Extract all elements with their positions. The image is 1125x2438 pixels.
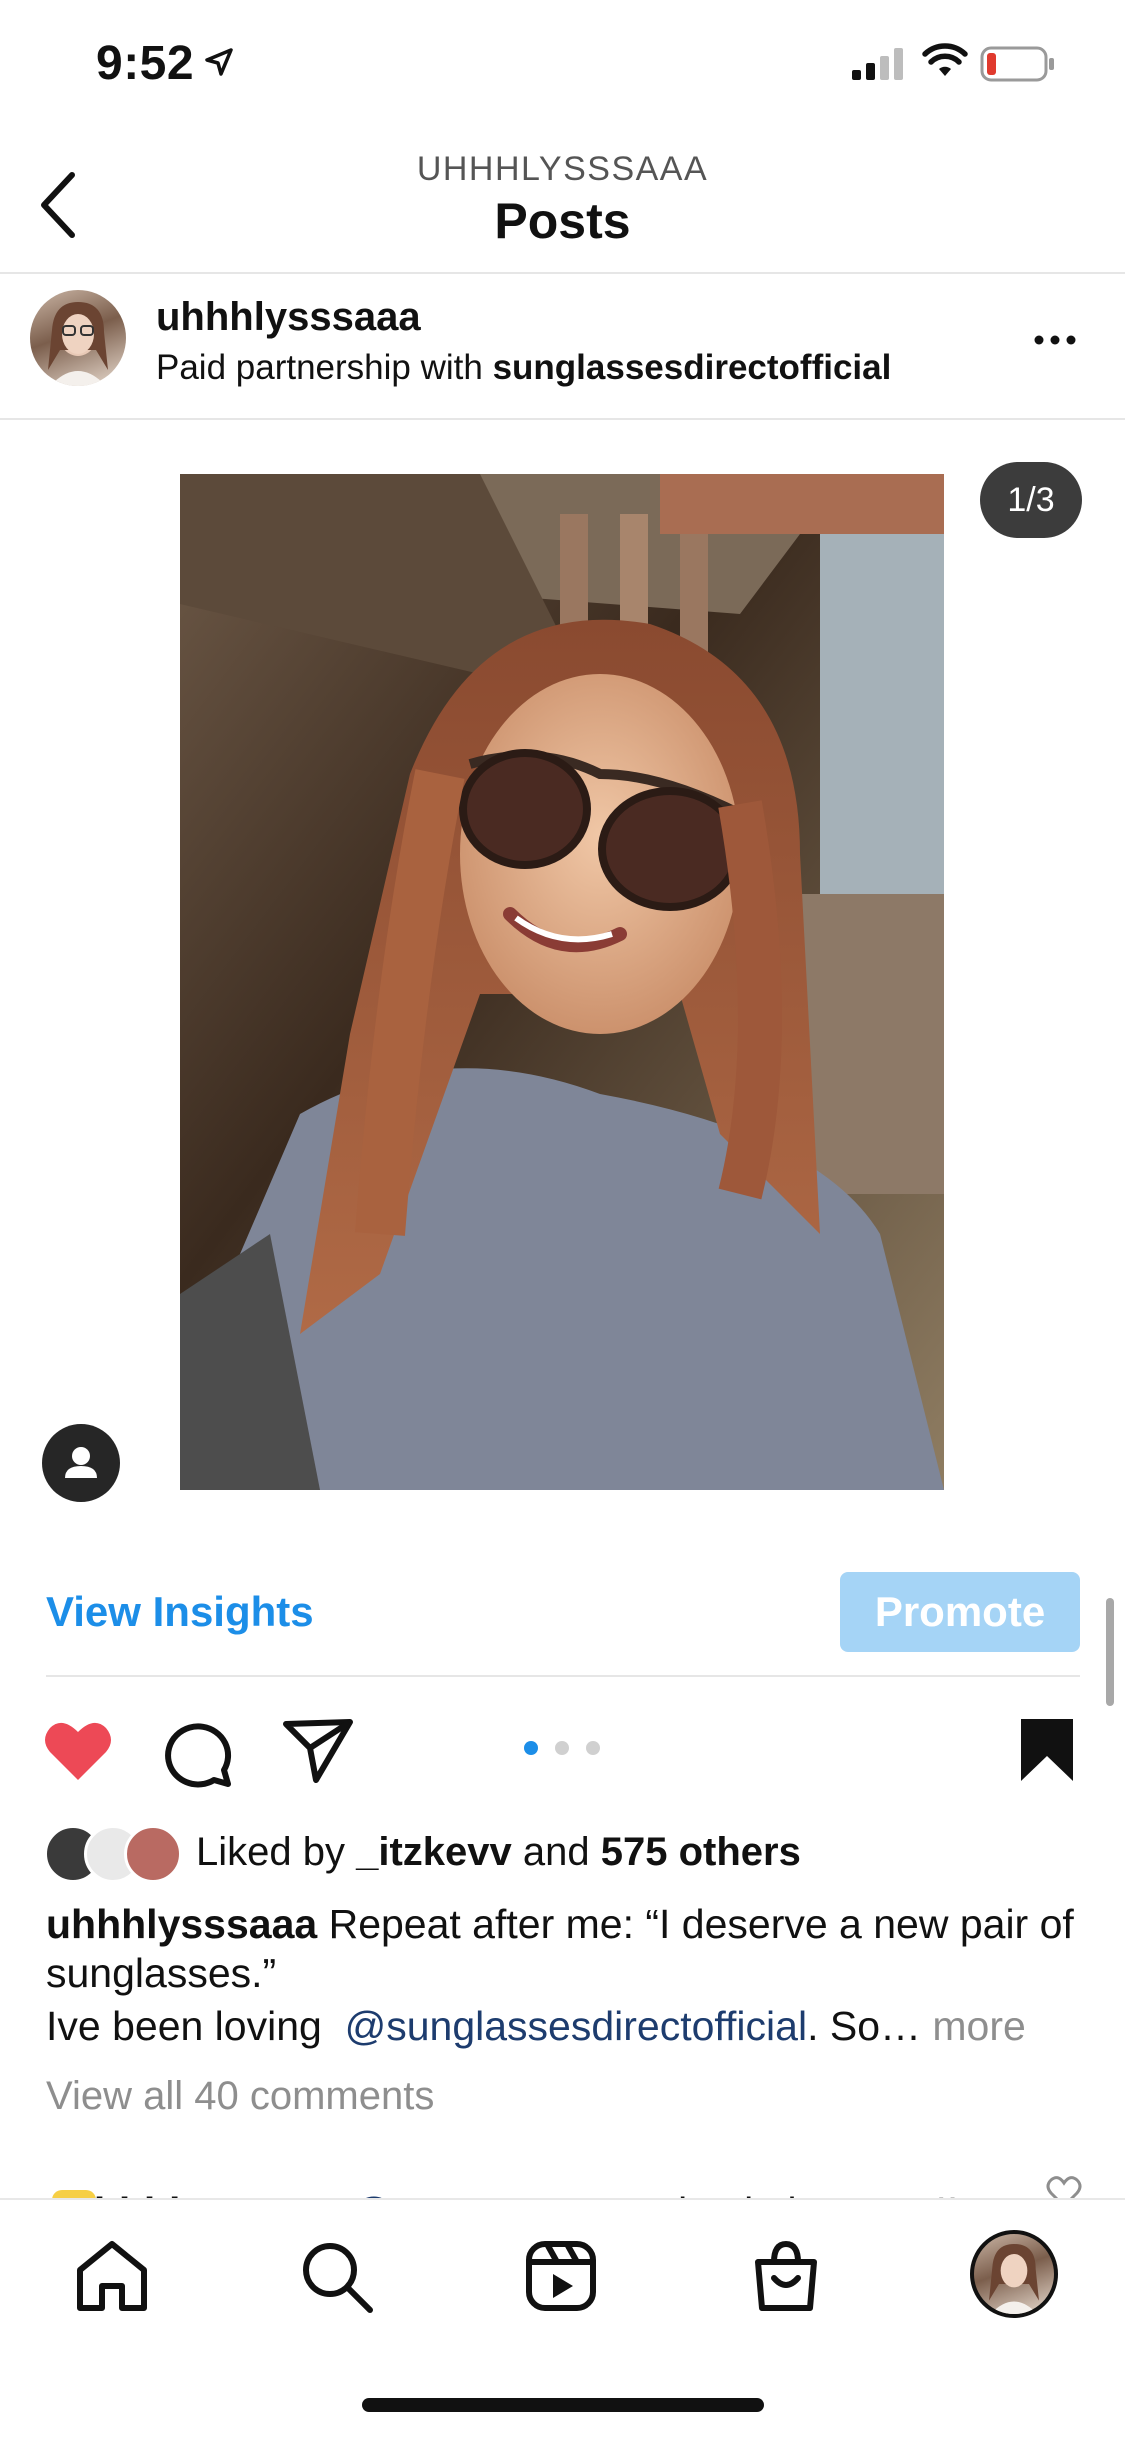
likes-summary[interactable]: Liked by _itzkevv and 575 others bbox=[196, 1830, 801, 1875]
person-tag-icon[interactable] bbox=[42, 1424, 120, 1502]
location-arrow-icon bbox=[205, 48, 233, 76]
heart-icon[interactable] bbox=[42, 1718, 114, 1784]
likes-count[interactable]: 575 others bbox=[601, 1830, 801, 1874]
home-indicator bbox=[362, 2398, 764, 2412]
caption-line2-prefix: Ive been loving bbox=[46, 2003, 345, 2049]
header-divider bbox=[0, 272, 1125, 274]
carousel-dot bbox=[555, 1741, 569, 1755]
insights-divider bbox=[46, 1675, 1080, 1677]
paid-partnership-label[interactable]: Paid partnership with sunglassesdirectof… bbox=[156, 348, 891, 388]
caption-username[interactable]: uhhhlysssaaa bbox=[46, 1901, 317, 1947]
likes-prefix: Liked by bbox=[196, 1830, 357, 1874]
caption-more-link[interactable]: more bbox=[932, 2003, 1025, 2049]
home-icon[interactable] bbox=[72, 2236, 152, 2316]
post-photo[interactable] bbox=[180, 474, 944, 1490]
carousel-dot-active bbox=[524, 1741, 538, 1755]
battery-icon bbox=[980, 46, 1054, 82]
liker-avatar[interactable] bbox=[124, 1825, 182, 1883]
bookmark-icon[interactable] bbox=[1018, 1716, 1076, 1784]
partnership-prefix: Paid partnership with bbox=[156, 348, 493, 387]
post-caption: uhhhlysssaaa Repeat after me: “I deserve… bbox=[46, 1900, 1086, 2051]
shop-icon[interactable] bbox=[746, 2236, 826, 2316]
signal-icon bbox=[852, 48, 903, 80]
scrollbar[interactable] bbox=[1106, 1598, 1114, 1706]
reels-icon[interactable] bbox=[521, 2236, 601, 2316]
wifi-icon bbox=[922, 43, 968, 76]
search-icon[interactable] bbox=[296, 2236, 376, 2316]
more-icon[interactable] bbox=[1030, 320, 1080, 360]
likes-user[interactable]: _itzkevv bbox=[356, 1830, 512, 1874]
page-title: Posts bbox=[494, 193, 631, 249]
promote-button[interactable]: Promote bbox=[840, 1572, 1080, 1652]
profile-icon[interactable] bbox=[970, 2230, 1058, 2318]
likes-middle: and bbox=[511, 1830, 601, 1874]
share-icon[interactable] bbox=[282, 1716, 354, 1786]
comment-icon[interactable] bbox=[162, 1718, 234, 1788]
post-header-divider bbox=[0, 418, 1125, 420]
caption-mention[interactable]: @sunglassesdirectofficial bbox=[345, 2003, 807, 2049]
post-author-avatar[interactable] bbox=[30, 290, 126, 386]
post-username[interactable]: uhhhlysssaaa bbox=[156, 295, 421, 340]
image-counter: 1/3 bbox=[980, 462, 1082, 538]
view-insights-link[interactable]: View Insights bbox=[46, 1588, 314, 1636]
caption-line2-suffix: . So… bbox=[807, 2003, 933, 2049]
partner-name[interactable]: sunglassesdirectofficial bbox=[493, 348, 892, 387]
view-all-comments-link[interactable]: View all 40 comments bbox=[46, 2074, 434, 2119]
account-name: UHHHLYSSSAAA bbox=[416, 150, 709, 188]
status-time: 9:52 bbox=[96, 37, 195, 90]
carousel-dot bbox=[586, 1741, 600, 1755]
